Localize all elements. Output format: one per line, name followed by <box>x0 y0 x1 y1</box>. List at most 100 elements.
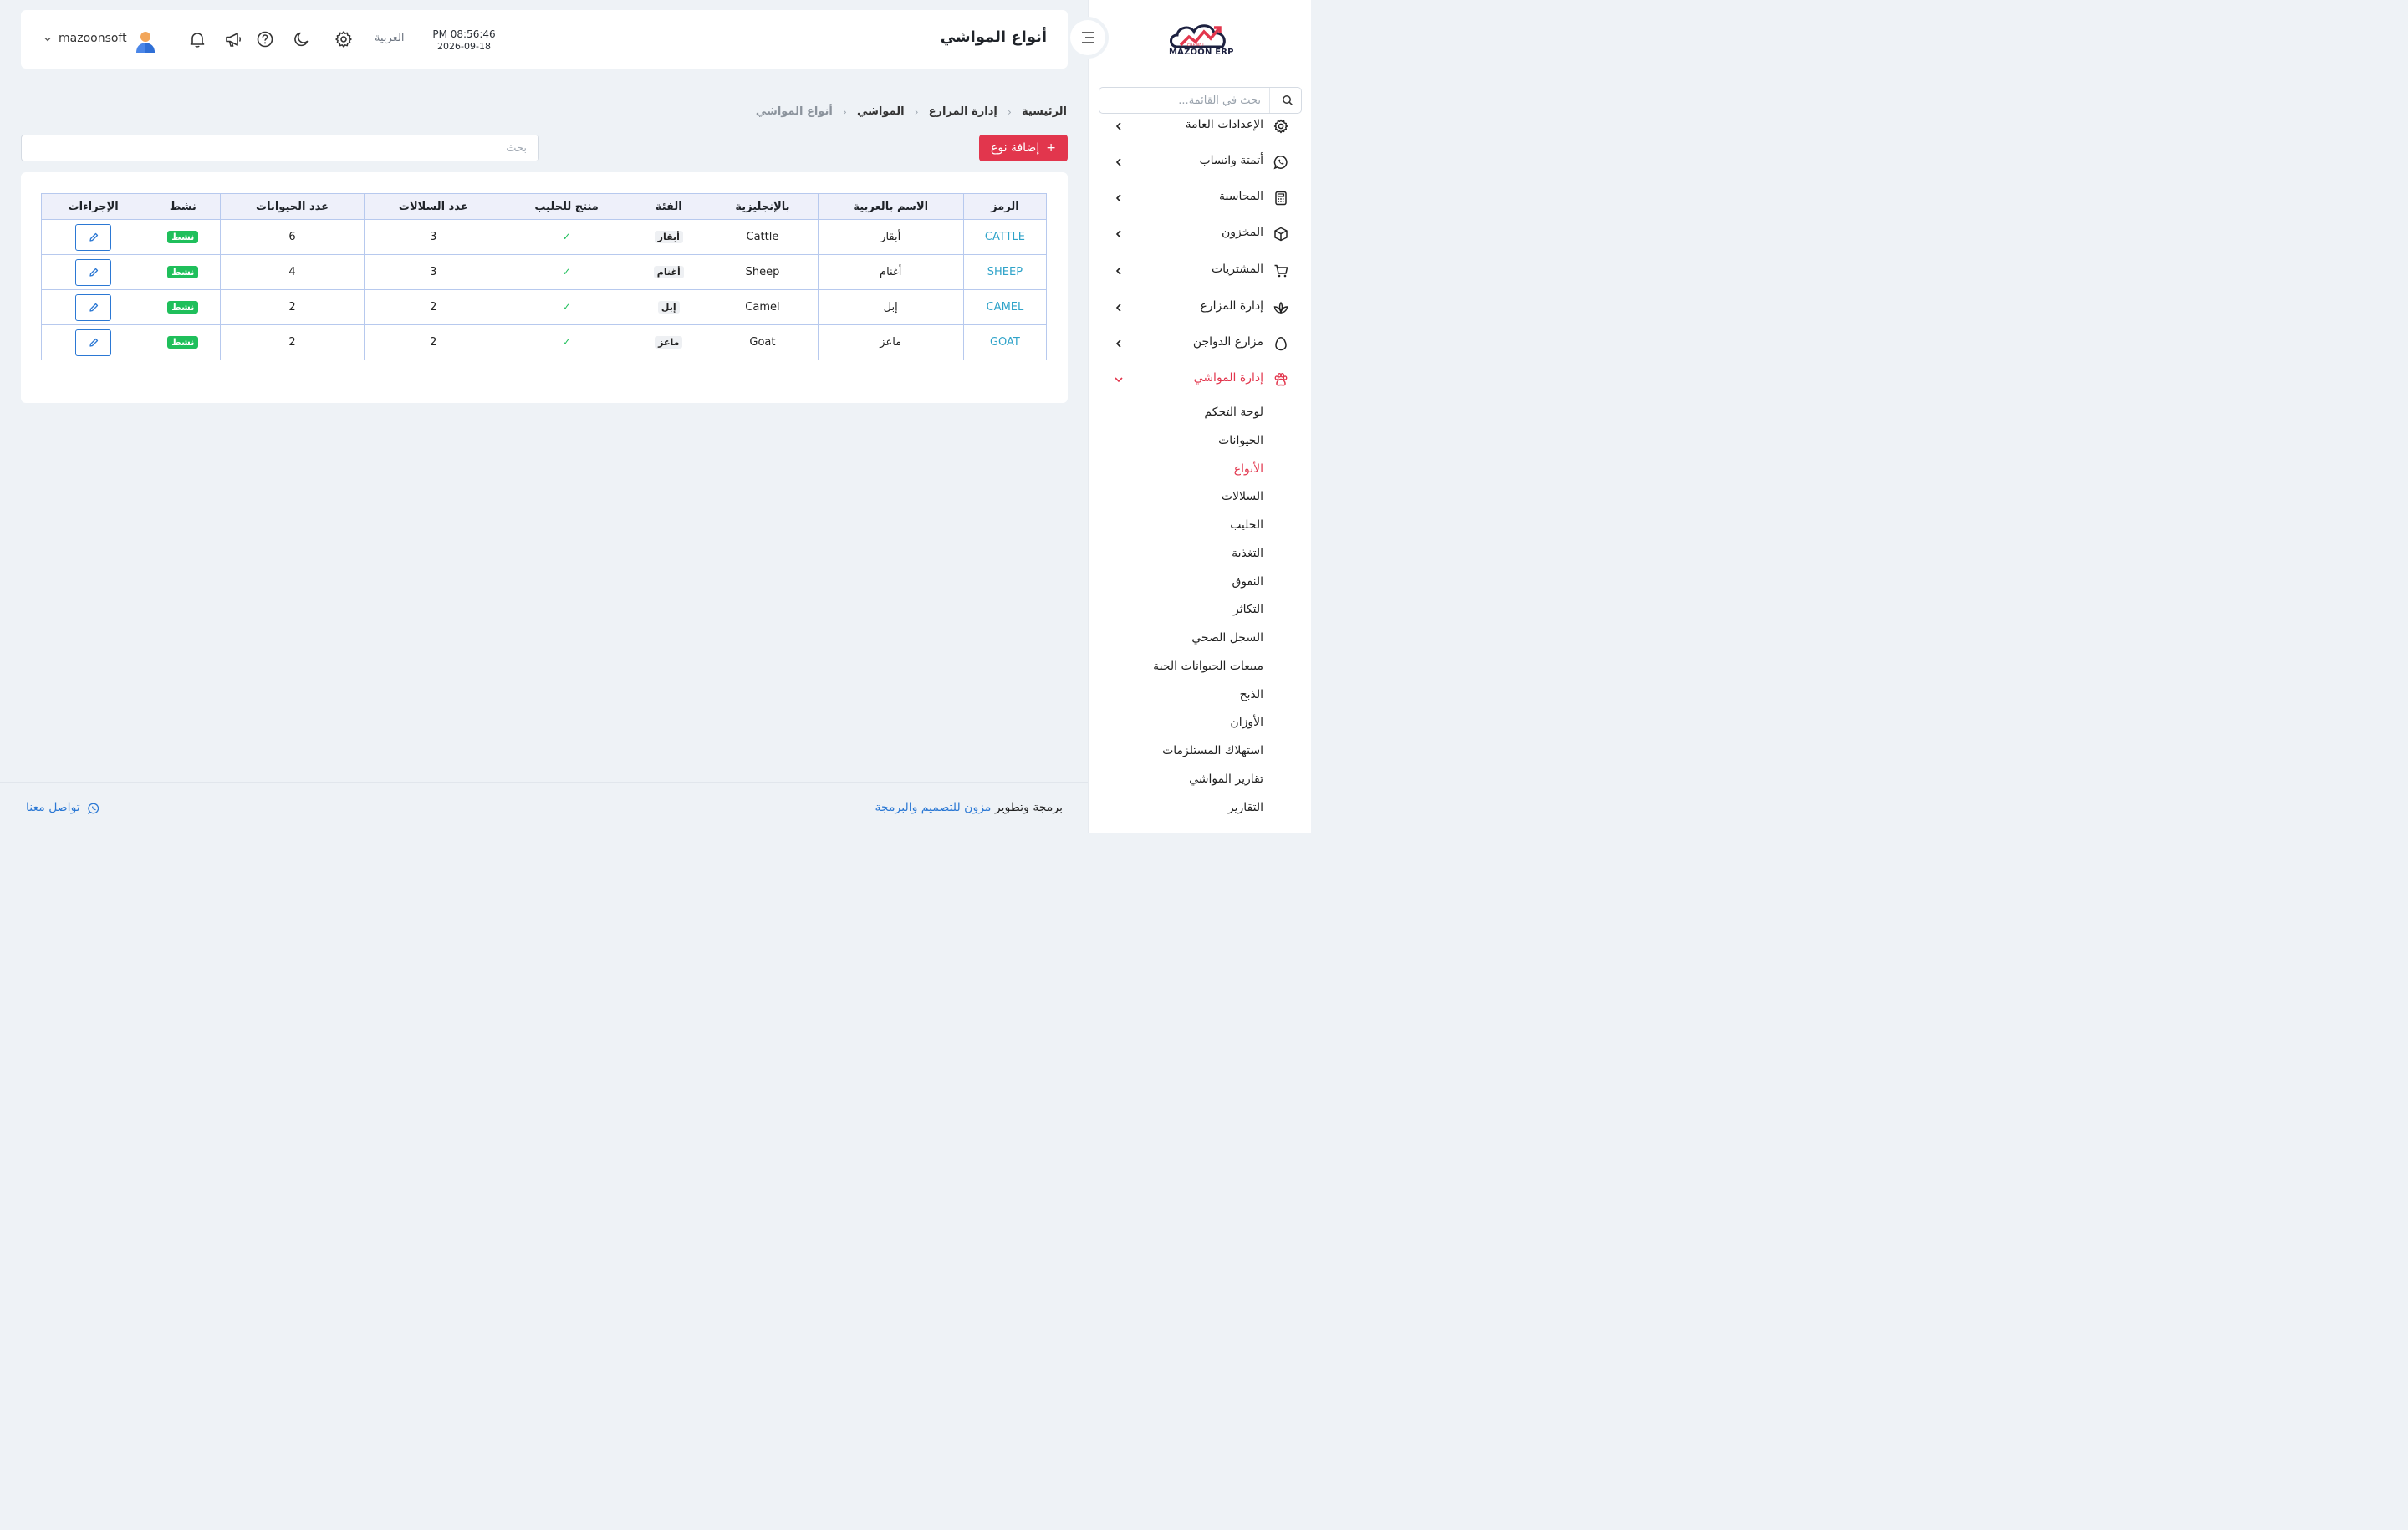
cell-actions <box>40 324 146 360</box>
paw-icon <box>1274 373 1288 386</box>
cell-code: CAMEL <box>962 289 1048 325</box>
category-badge: إبل <box>657 301 680 314</box>
breadcrumb-livestock[interactable]: المواشي <box>857 105 905 118</box>
sidebar-item-livestock-management[interactable]: إدارة المواشي <box>1089 367 1312 392</box>
sidebar-subitem-animals[interactable]: الحيوانات <box>1218 434 1263 447</box>
sidebar-subitem-feeding[interactable]: التغذية <box>1232 547 1263 560</box>
table-header-row: الرمز الاسم بالعربية بالإنجليزية الفئة م… <box>40 193 1048 220</box>
sidebar-menu: الإعدادات العامة أتمتة واتساب المحاسبة ا… <box>1089 109 1312 819</box>
egg-icon <box>1275 337 1287 351</box>
contact-us-link[interactable]: تواصل معنا <box>26 801 99 814</box>
cell-name-en: Sheep <box>707 254 819 290</box>
sidebar-item-purchases[interactable]: المشتريات <box>1089 258 1312 283</box>
language-switcher[interactable]: العربية <box>375 32 405 44</box>
breadcrumb-home[interactable]: الرئيسية <box>1022 105 1067 118</box>
cell-animal-count: 6 <box>220 219 365 255</box>
breadcrumb-separator-icon: ‹ <box>842 105 847 118</box>
cell-breed-count: 2 <box>363 289 503 325</box>
sidebar-subitem-types[interactable]: الأنواع <box>1234 462 1263 476</box>
check-icon: ✓ <box>562 266 571 278</box>
sidebar-item-poultry-farms[interactable]: مزارع الدواجن <box>1089 331 1312 356</box>
cell-actions <box>40 289 146 325</box>
username[interactable]: mazoonsoft <box>59 32 127 45</box>
sidebar-subitem-mortality[interactable]: النفوق <box>1232 575 1263 589</box>
cart-icon <box>1274 264 1288 278</box>
sidebar-item-farm-management[interactable]: إدارة المزارع <box>1089 295 1312 320</box>
user-avatar[interactable] <box>135 30 156 54</box>
edit-button[interactable] <box>75 258 112 286</box>
sidebar-subitem-breeding[interactable]: التكاثر <box>1233 603 1263 616</box>
sidebar-subitem-live-animal-sales[interactable]: مبيعات الحيوانات الحية <box>1153 660 1263 673</box>
column-header-actions: الإجراءات <box>40 193 146 220</box>
column-header-active: نشط <box>145 193 222 220</box>
cell-breed-count: 3 <box>363 219 503 255</box>
sidebar-subitem-supplies-consumption[interactable]: استهلاك المستلزمات <box>1162 744 1263 757</box>
sidebar-item-accounting[interactable]: المحاسبة <box>1089 186 1312 211</box>
column-header-milk-producer: منتج للحليب <box>502 193 631 220</box>
gear-icon[interactable] <box>334 30 353 48</box>
sidebar-item-label: مزارع الدواجن <box>1192 335 1263 349</box>
breadcrumb-farm-management[interactable]: إدارة المزارع <box>929 105 997 118</box>
sidebar-item-label: الإعدادات العامة <box>1185 118 1263 131</box>
column-header-animal-count: عدد الحيوانات <box>220 193 365 220</box>
bell-icon[interactable] <box>188 30 207 48</box>
footer-company-link[interactable]: مزون للتصميم والبرمجة <box>875 801 991 814</box>
sidebar-item-label: المخزون <box>1221 226 1263 239</box>
chevron-left-icon <box>1115 267 1121 275</box>
sidebar-item-inventory[interactable]: المخزون <box>1089 222 1312 247</box>
column-header-name-en: بالإنجليزية <box>707 193 819 220</box>
sidebar-subitem-reports[interactable]: التقارير <box>1228 801 1263 814</box>
cell-name-ar: ماعز <box>817 324 964 360</box>
footer-credit: برمجة وتطوير مزون للتصميم والبرمجة <box>875 801 1063 814</box>
check-icon: ✓ <box>562 231 571 242</box>
category-badge: أبقار <box>654 231 683 243</box>
sidebar-subitem-dashboard[interactable]: لوحة التحكم <box>1204 405 1263 419</box>
menu-icon <box>1082 32 1094 43</box>
sidebar-toggle-button[interactable] <box>1070 20 1105 55</box>
breadcrumb: الرئيسية ‹ إدارة المزارع ‹ المواشي ‹ أنو… <box>756 105 1067 118</box>
breadcrumb-separator-icon: ‹ <box>1008 105 1012 118</box>
sidebar-item-whatsapp-automation[interactable]: أتمتة واتساب <box>1089 150 1312 175</box>
cell-active: نشط <box>145 324 222 360</box>
check-icon: ✓ <box>562 336 571 348</box>
add-type-label: إضافة نوع <box>991 141 1040 155</box>
sidebar-item-label: المحاسبة <box>1218 190 1263 203</box>
cell-category: ماعز <box>630 324 708 360</box>
breadcrumb-current: أنواع المواشي <box>755 105 833 118</box>
search-icon[interactable] <box>1282 94 1293 106</box>
add-type-button[interactable]: + إضافة نوع <box>979 135 1068 161</box>
edit-button[interactable] <box>75 329 112 356</box>
contact-us-label: تواصل معنا <box>26 801 80 814</box>
box-icon <box>1274 227 1288 242</box>
sidebar-subitem-slaughter[interactable]: الذبح <box>1240 688 1263 701</box>
sidebar-subitem-weights[interactable]: الأوزان <box>1230 716 1263 729</box>
status-badge: نشط <box>167 231 199 243</box>
calculator-icon <box>1275 191 1287 206</box>
page-title: أنواع المواشي <box>940 28 1047 46</box>
column-header-category: الفئة <box>630 193 708 220</box>
chevron-down-icon[interactable] <box>43 35 52 43</box>
table-search-input[interactable] <box>21 135 539 161</box>
sidebar-subitem-health-record[interactable]: السجل الصحي <box>1191 631 1263 645</box>
breadcrumb-separator-icon: ‹ <box>914 105 919 118</box>
sidebar-subitem-milk[interactable]: الحليب <box>1230 518 1263 532</box>
cell-animal-count: 4 <box>220 254 365 290</box>
help-icon[interactable] <box>256 30 274 48</box>
cell-active: نشط <box>145 219 222 255</box>
megaphone-icon[interactable] <box>224 30 242 48</box>
chevron-left-icon <box>1115 230 1121 238</box>
edit-button[interactable] <box>75 293 112 321</box>
sidebar-subitem-breeds[interactable]: السلالات <box>1222 490 1263 503</box>
cell-name-en: Cattle <box>707 219 819 255</box>
check-icon: ✓ <box>562 301 571 313</box>
livestock-types-card: الرمز الاسم بالعربية بالإنجليزية الفئة م… <box>21 172 1068 403</box>
category-badge: ماعز <box>655 336 683 349</box>
moon-icon[interactable] <box>293 30 311 48</box>
cell-active: نشط <box>145 289 222 325</box>
sidebar-item-general-settings[interactable]: الإعدادات العامة <box>1089 114 1312 139</box>
whatsapp-icon <box>1273 156 1288 170</box>
edit-button[interactable] <box>75 223 112 251</box>
cell-milk-producer: ✓ <box>502 219 631 255</box>
sidebar-subitem-livestock-reports[interactable]: تقارير المواشي <box>1189 773 1263 786</box>
cell-code: SHEEP <box>962 254 1048 290</box>
